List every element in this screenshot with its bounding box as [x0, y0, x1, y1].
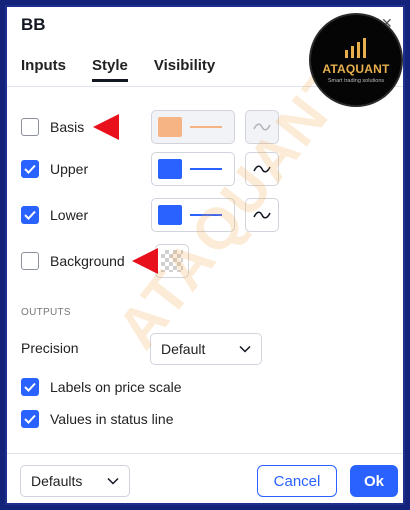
basis-color-swatch	[158, 117, 182, 137]
background-color-picker[interactable]	[155, 244, 189, 278]
wave-icon	[253, 165, 271, 173]
ok-button[interactable]: Ok	[350, 465, 398, 497]
ataquant-logo: ATAQUANT Smart trading solutions	[309, 13, 403, 107]
defaults-label: Defaults	[31, 473, 83, 489]
chevron-down-icon	[107, 477, 119, 485]
labels-on-price-scale-row: Labels on price scale	[21, 375, 182, 399]
cancel-button[interactable]: Cancel	[257, 465, 337, 497]
check-icon	[24, 414, 36, 424]
annotation-arrow-icon	[132, 248, 158, 274]
basis-line-preview	[190, 126, 222, 128]
upper-color-swatch	[158, 159, 182, 179]
bar-chart-icon	[345, 38, 366, 58]
dialog-title: BB	[21, 15, 46, 34]
background-checkbox[interactable]	[21, 252, 39, 270]
chevron-down-icon	[239, 345, 251, 353]
upper-color-picker[interactable]	[151, 152, 235, 186]
values-in-status-line-row: Values in status line	[21, 407, 173, 431]
basis-row: Basis	[21, 115, 84, 139]
check-icon	[24, 382, 36, 392]
tab-visibility[interactable]: Visibility	[154, 57, 215, 82]
basis-checkbox[interactable]	[21, 118, 39, 136]
annotation-arrow-icon	[93, 114, 119, 140]
lower-color-picker[interactable]	[151, 198, 235, 232]
upper-line-style-button[interactable]	[245, 152, 279, 186]
basis-line-style-button[interactable]	[245, 110, 279, 144]
transparent-swatch	[161, 250, 183, 272]
upper-checkbox[interactable]	[21, 160, 39, 178]
background-label: Background	[50, 253, 125, 269]
labels-on-price-scale-label: Labels on price scale	[50, 379, 182, 395]
basis-label: Basis	[50, 119, 85, 135]
basis-color-picker[interactable]	[151, 110, 235, 144]
footer-divider	[7, 453, 403, 454]
lower-line-preview	[190, 214, 222, 216]
values-in-status-line-checkbox[interactable]	[21, 410, 39, 428]
defaults-dropdown[interactable]: Defaults	[20, 465, 130, 497]
lower-line-style-button[interactable]	[245, 198, 279, 232]
outputs-section-label: OUTPUTS	[21, 307, 71, 318]
upper-row: Upper	[21, 157, 88, 181]
precision-label: Precision	[21, 340, 79, 356]
check-icon	[24, 210, 36, 220]
values-in-status-line-label: Values in status line	[50, 411, 174, 427]
background-row: Background	[21, 249, 125, 273]
lower-label: Lower	[50, 207, 89, 223]
precision-value: Default	[161, 341, 206, 357]
tab-bar: Inputs Style Visibility	[21, 57, 215, 82]
lower-color-swatch	[158, 205, 182, 225]
wave-icon	[253, 211, 271, 219]
logo-tagline: Smart trading solutions	[327, 78, 385, 84]
lower-row: Lower	[21, 203, 88, 227]
tab-style[interactable]: Style	[92, 57, 128, 82]
upper-label: Upper	[50, 161, 89, 177]
lower-checkbox[interactable]	[21, 206, 39, 224]
tab-inputs[interactable]: Inputs	[21, 57, 66, 82]
wave-icon	[253, 123, 271, 131]
logo-name: ATAQUANT	[322, 62, 390, 76]
labels-on-price-scale-checkbox[interactable]	[21, 378, 39, 396]
precision-select[interactable]: Default	[150, 333, 262, 365]
upper-line-preview	[190, 168, 222, 170]
check-icon	[24, 164, 36, 174]
